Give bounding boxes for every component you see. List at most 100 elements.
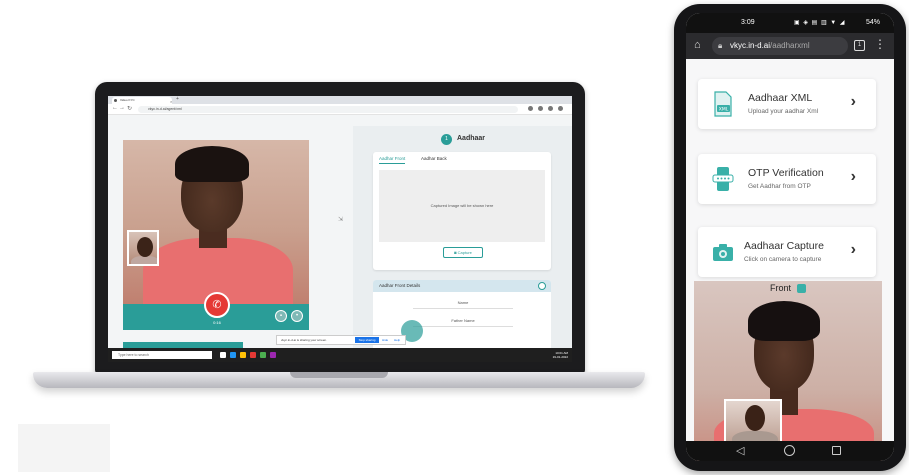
android-nav-bar: ◁ <box>686 441 894 461</box>
screen-share-notice: vkyc.in-d.ai is sharing your screen. Sto… <box>276 335 406 345</box>
option-title: OTP Verification <box>748 167 824 179</box>
svg-text:XML: XML <box>719 107 729 113</box>
phone-address-bar[interactable]: 🔒︎ vkyc.in-d.ai/aadharxml <box>712 37 848 55</box>
background-shadow-block <box>18 424 110 472</box>
self-view-body <box>131 256 157 264</box>
camera-toggle-button[interactable]: ▪ <box>275 310 287 322</box>
status-time: 3:09 <box>741 19 755 26</box>
option-title: Aadhaar Capture <box>744 240 824 252</box>
laptop-screen: Video KYC × + ← → ↻ vkyc.in-d.ai/agent/x… <box>108 96 572 362</box>
menu-dots-icon[interactable]: ⋮ <box>874 37 886 51</box>
lock-icon: 🔒︎ <box>718 41 723 50</box>
extension-icon[interactable] <box>528 106 533 111</box>
self-view-video <box>724 399 782 445</box>
details-title: Aadhar Front Details <box>379 283 421 288</box>
bookmark-icon[interactable] <box>538 106 543 111</box>
capture-button[interactable]: ◙ Capture <box>443 247 483 258</box>
self-view-head <box>745 405 765 431</box>
chevron-right-icon: › <box>850 241 856 258</box>
hide-button[interactable]: Hide <box>382 336 388 344</box>
camera-switch-icon[interactable] <box>797 284 806 293</box>
edit-icon[interactable] <box>538 282 546 290</box>
browser-tab[interactable]: Video KYC × <box>112 97 172 104</box>
taskbar-search-input[interactable]: Type here to search <box>112 351 212 359</box>
tabs-count[interactable]: 1 <box>854 40 865 51</box>
help-link[interactable]: Help <box>394 336 400 344</box>
home-button-icon[interactable] <box>784 445 795 456</box>
front-camera-preview: Front <box>694 281 882 461</box>
captured-image-placeholder: Captured Image will be shown here <box>379 170 545 242</box>
xml-file-icon: XML <box>714 91 732 117</box>
home-icon[interactable]: ⌂ <box>694 39 701 51</box>
profile-icon[interactable] <box>548 106 553 111</box>
option-otp-verification[interactable]: OTP Verification Get Aadhar from OTP › <box>698 154 876 204</box>
browser-tab-title: Video KYC <box>120 98 135 102</box>
father-name-field[interactable]: Father Name <box>413 318 513 327</box>
stop-sharing-button[interactable]: Stop sharing <box>355 337 379 343</box>
forward-icon[interactable]: → <box>119 105 125 111</box>
phone-screen: 3:09 ▣ ◈ ▤ ▥ ▼ ◢ 54% ⌂ 🔒︎ vkyc.in-d.ai/a… <box>686 13 894 461</box>
call-timer: 0:16 <box>213 320 221 325</box>
tab-aadhar-front[interactable]: Aadhar Front <box>379 156 406 164</box>
marketing-composite: Video KYC × + ← → ↻ vkyc.in-d.ai/agent/x… <box>0 0 909 475</box>
windows-taskbar: Type here to search 10:01 AM 19-01-2022 <box>108 348 572 362</box>
phone-status-bar: 3:09 ▣ ◈ ▤ ▥ ▼ ◢ 54% <box>686 13 894 33</box>
recents-icon[interactable] <box>832 446 841 455</box>
taskbar-clock: 10:01 AM 19-01-2022 <box>553 351 568 359</box>
url-domain: vkyc.in-d.ai <box>730 41 771 50</box>
step-number-badge: 1 <box>441 134 452 145</box>
person-hair <box>748 301 820 341</box>
address-bar[interactable]: vkyc.in-d.ai/agent/xml <box>138 106 518 113</box>
browser-address-row: ← → ↻ vkyc.in-d.ai/agent/xml <box>108 104 572 115</box>
end-call-button[interactable]: ✆ <box>204 292 230 318</box>
chrome-icon[interactable] <box>250 352 256 358</box>
url-path: /aadharxml <box>770 41 810 50</box>
remote-video <box>123 140 309 304</box>
tab-aadhar-back[interactable]: Aadhar Back <box>421 156 447 161</box>
battery-level: 54% <box>865 19 880 26</box>
screen-share-message: vkyc.in-d.ai is sharing your screen. <box>281 338 328 342</box>
phone-url-bar: ⌂ 🔒︎ vkyc.in-d.ai/aadharxml 1 ⋮ <box>686 33 894 59</box>
laptop-notch <box>290 372 388 378</box>
video-call-panel: ✆ 0:16 ▪ • <box>123 140 309 330</box>
browser-tab-strip: Video KYC × + <box>108 96 572 104</box>
capture-button-label: Capture <box>457 250 472 255</box>
chevron-right-icon: › <box>850 93 856 110</box>
option-aadhaar-capture[interactable]: Aadhaar Capture Click on camera to captu… <box>698 227 876 277</box>
mic-toggle-button[interactable]: • <box>291 310 303 322</box>
option-subtitle: Upload your aadhar Xml <box>748 108 819 115</box>
favicon-icon <box>114 99 117 102</box>
person-hair <box>175 146 249 182</box>
edge-icon[interactable] <box>230 352 236 358</box>
details-card-header: Aadhar Front Details <box>373 280 551 292</box>
option-subtitle: Get Aadhar from OTP <box>748 183 811 190</box>
new-tab-icon[interactable]: + <box>176 96 179 102</box>
verification-panel: 1 Aadhaar Aadhar Front Aadhar Back Captu… <box>353 126 572 362</box>
back-icon[interactable]: ← <box>112 105 118 111</box>
step-title: Aadhaar <box>457 135 486 142</box>
clock-date: 19-01-2022 <box>552 355 568 359</box>
option-title: Aadhaar XML <box>748 92 813 104</box>
self-view-video <box>127 230 159 266</box>
name-field[interactable]: Name <box>413 300 513 309</box>
store-icon[interactable] <box>260 352 266 358</box>
status-icons: ▣ ◈ ▤ ▥ ▼ ◢ <box>794 20 846 26</box>
chevron-right-icon: › <box>850 168 856 185</box>
otp-phone-icon <box>712 167 734 191</box>
task-view-icon[interactable] <box>220 352 226 358</box>
self-view-head <box>137 237 153 257</box>
option-subtitle: Click on camera to capture <box>744 256 822 263</box>
drag-handle-icon[interactable]: ⇲ <box>338 216 343 223</box>
app-icon[interactable] <box>270 352 276 358</box>
front-label: Front <box>770 283 792 293</box>
option-aadhaar-xml[interactable]: XML Aadhaar XML Upload your aadhar Xml › <box>698 79 876 129</box>
capture-card: Aadhar Front Aadhar Back Captured Image … <box>373 152 551 270</box>
camera-icon <box>713 244 733 261</box>
microphone-icon: • <box>295 313 299 319</box>
reload-icon[interactable]: ↻ <box>127 105 132 112</box>
folder-icon[interactable] <box>240 352 246 358</box>
phone-hangup-icon: ✆ <box>212 299 222 311</box>
video-camera-icon: ▪ <box>279 313 283 319</box>
back-icon[interactable]: ◁ <box>736 444 744 457</box>
browser-menu-icon[interactable] <box>558 106 563 111</box>
